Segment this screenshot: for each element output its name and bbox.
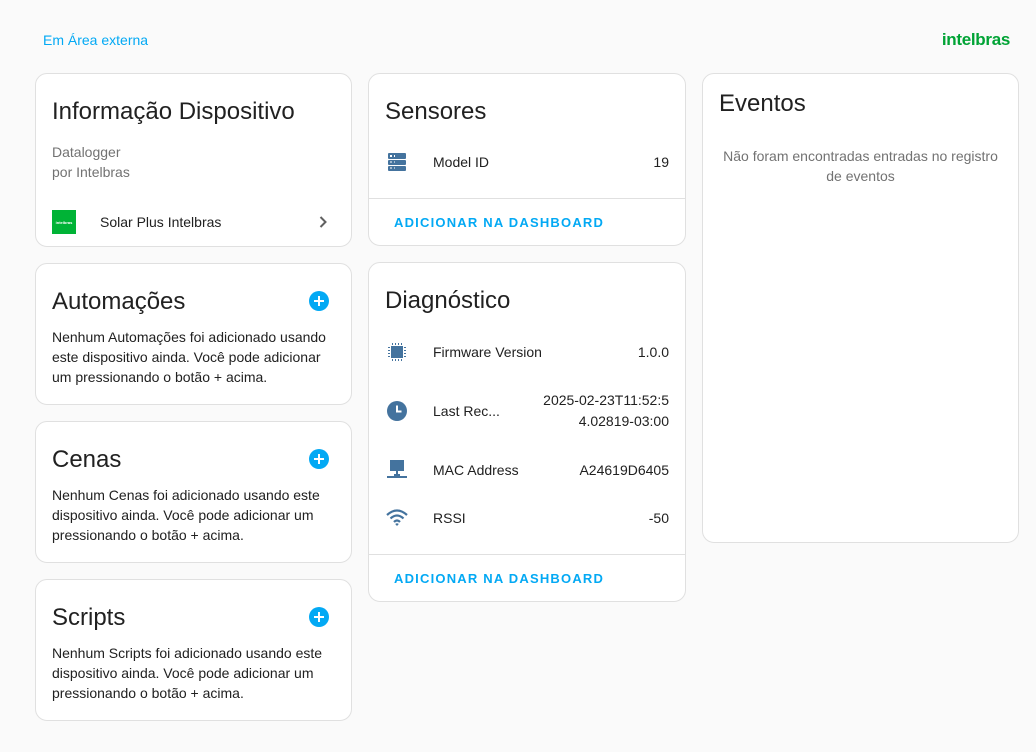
entity-name: Model ID [433,154,490,170]
entity-row[interactable]: Firmware Version 1.0.0 [385,340,669,364]
entity-row[interactable]: RSSI -50 [385,506,669,530]
integration-label: Solar Plus Intelbras [100,214,222,230]
events-empty-text: Não foram encontradas entradas no regist… [723,148,998,184]
card-title: Automações [52,288,186,315]
card-title: Informação Dispositivo [52,98,295,125]
entity-name: Firmware Version [433,344,542,360]
entity-value: 19 [653,153,669,170]
device-manufacturer: por Intelbras [52,164,130,180]
events-card: Eventos Não foram encontradas entradas n… [702,73,1019,543]
automations-empty-text: Nenhum Automações foi adicionado usando … [52,329,326,385]
add-script-button[interactable] [309,607,329,627]
scenes-card: Cenas Nenhum Cenas foi adicionado usando… [35,421,352,563]
entity-row[interactable]: Model ID 19 [385,150,669,174]
diagnostics-card: Diagnóstico Firmware Version 1.0.0 Last … [368,262,686,602]
automations-card: Automações Nenhum Automações foi adicion… [35,263,352,405]
chip-icon [385,340,409,364]
network-icon [385,458,409,482]
card-title: Diagnóstico [385,287,511,314]
entity-value: -50 [648,509,669,526]
add-to-dashboard-button[interactable]: ADICIONAR NA DASHBOARD [394,571,604,586]
entity-value: A24619D6405 [579,461,669,478]
entity-name: RSSI [433,510,466,526]
clock-icon [385,399,409,423]
add-to-dashboard-button[interactable]: ADICIONAR NA DASHBOARD [394,215,604,230]
server-icon [385,150,409,174]
card-title: Eventos [719,90,806,117]
divider [369,198,685,199]
entity-row[interactable]: MAC Address A24619D6405 [385,458,669,482]
chevron-right-icon [311,210,335,234]
add-scene-button[interactable] [309,449,329,469]
card-title: Cenas [52,446,122,473]
device-model: Datalogger [52,144,121,160]
device-info-card: Informação Dispositivo Datalogger por In… [35,73,352,247]
entity-row[interactable]: Last Rec... 2025-02-23T11:52:54.02819-03… [385,379,669,443]
area-link[interactable]: Em Área externa [43,32,148,48]
add-automation-button[interactable] [309,291,329,311]
divider [369,554,685,555]
scenes-empty-text: Nenhum Cenas foi adicionado usando este … [52,487,320,543]
entity-name: Last Rec... [433,403,500,419]
card-title: Sensores [385,98,487,125]
card-title: Scripts [52,604,126,631]
wifi-icon [385,506,409,530]
intelbras-logo: intelbras [941,30,1010,49]
scripts-card: Scripts Nenhum Scripts foi adicionado us… [35,579,352,721]
entity-value: 1.0.0 [637,343,669,360]
integration-logo: intelbras [52,210,76,234]
entity-value: 2025-02-23T11:52:54.02819-03:00 [543,392,669,429]
integration-row[interactable]: intelbras Solar Plus Intelbras [52,210,335,234]
entity-name: MAC Address [433,462,519,478]
scripts-empty-text: Nenhum Scripts foi adicionado usando est… [52,645,323,701]
sensors-card: Sensores Model ID 19 ADICIONAR NA DASHBO… [368,73,686,246]
